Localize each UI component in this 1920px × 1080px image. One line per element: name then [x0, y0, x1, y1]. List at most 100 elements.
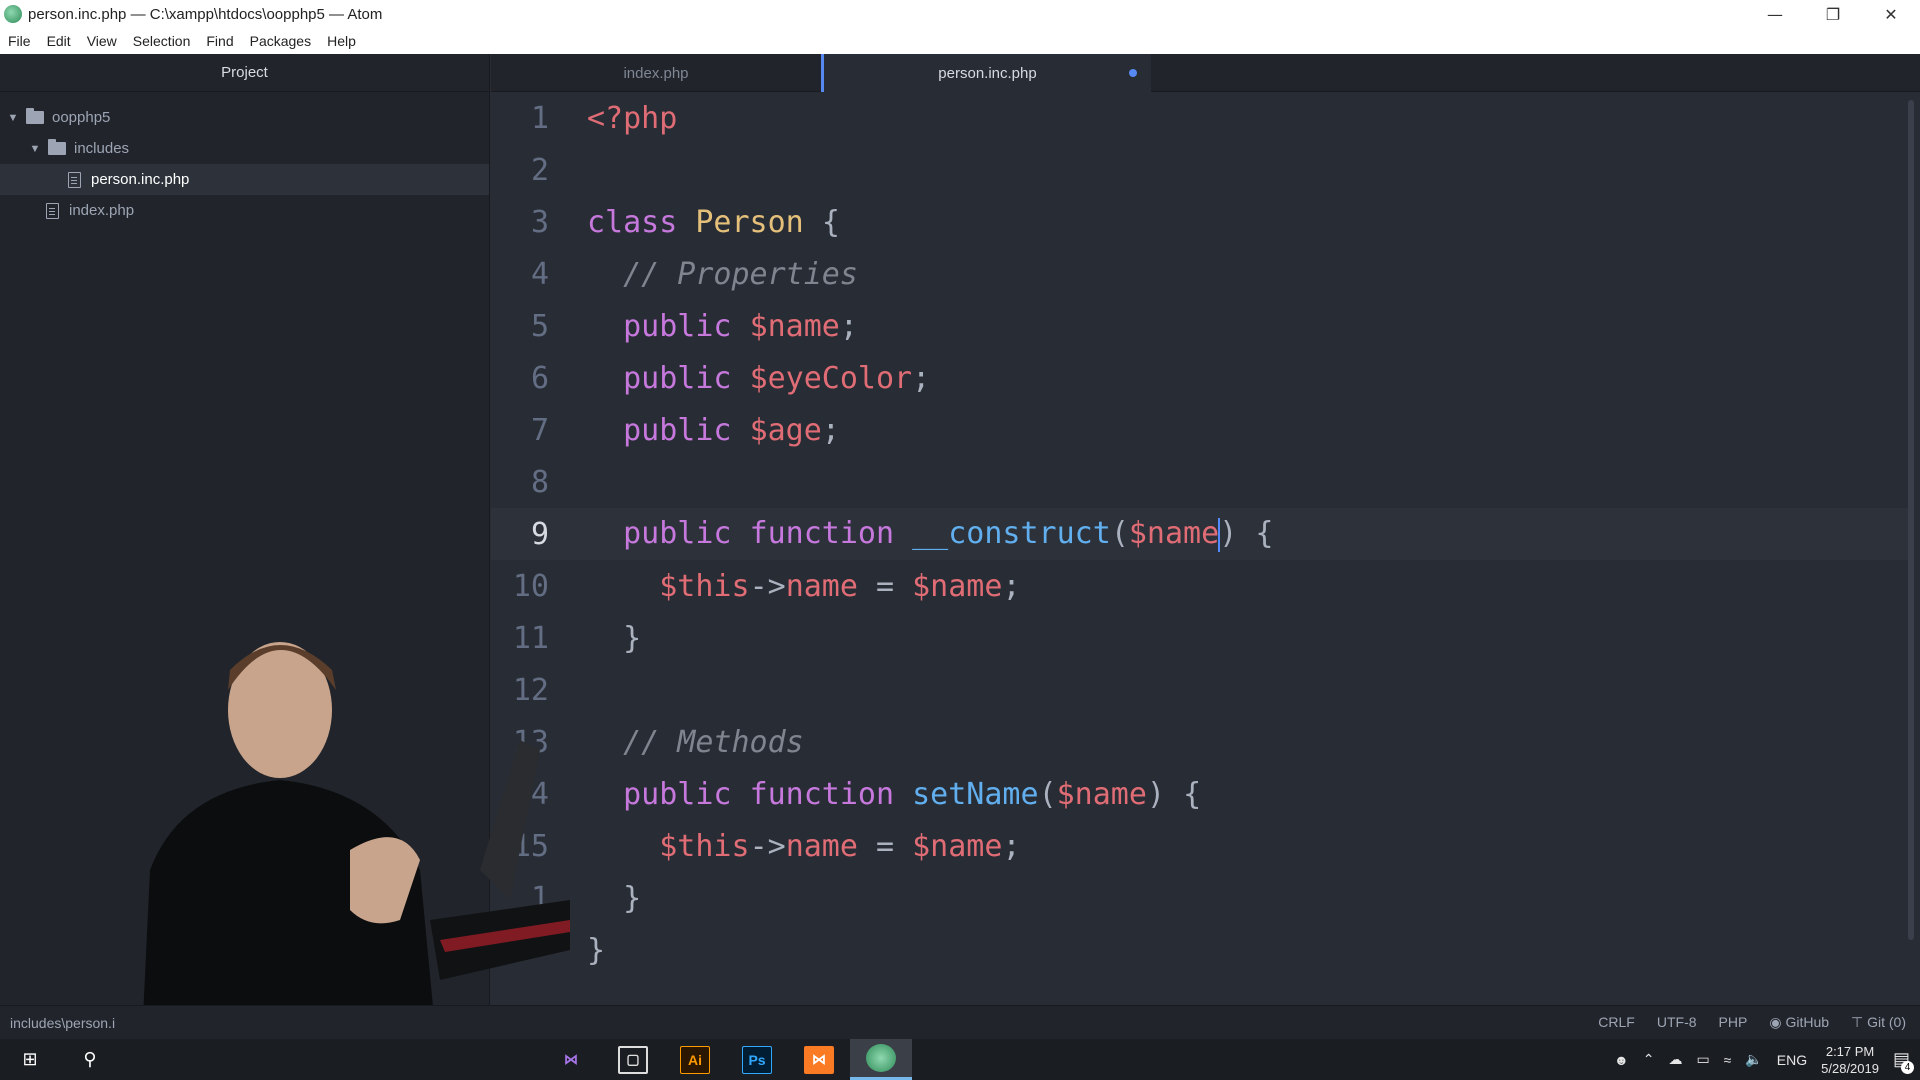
taskbar-illustrator[interactable]: Ai [664, 1039, 726, 1080]
windows-start-icon[interactable]: ⊞ [0, 1039, 60, 1080]
code-line: } [491, 924, 1911, 976]
paren: ) [1146, 776, 1165, 812]
cloud-icon[interactable]: ☁ [1668, 1051, 1682, 1068]
line-number: 3 [530, 204, 549, 240]
code-line: 15 $this->name = $name; [491, 820, 1911, 872]
variable: $eyeColor [749, 360, 913, 396]
tab-index-php[interactable]: index.php [491, 54, 821, 92]
menu-view[interactable]: View [79, 33, 125, 49]
taskbar-atom[interactable] [850, 1039, 912, 1080]
operator: = [857, 828, 913, 864]
brace: } [623, 880, 642, 916]
tab-bar: index.php person.inc.php [491, 54, 1920, 92]
taskbar-visual-studio[interactable]: ⋈ [540, 1039, 602, 1080]
property: name [785, 828, 858, 864]
menu-edit[interactable]: Edit [39, 33, 79, 49]
modified-indicator-icon [1129, 69, 1137, 77]
taskbar-photoshop[interactable]: Ps [726, 1039, 788, 1080]
notification-badge: 4 [1901, 1061, 1914, 1074]
property: name [785, 568, 858, 604]
operator: = [857, 568, 913, 604]
volume-muted-icon[interactable]: 🔈 [1745, 1051, 1762, 1068]
semicolon: ; [839, 308, 858, 344]
taskbar-app-tiles[interactable]: ▢ [602, 1039, 664, 1080]
menu-help[interactable]: Help [319, 33, 364, 49]
menu-packages[interactable]: Packages [242, 33, 319, 49]
status-line-ending[interactable]: CRLF [1598, 1014, 1635, 1031]
tree-file-index[interactable]: index.php [0, 195, 489, 226]
restore-icon[interactable]: ❐ [1804, 0, 1862, 28]
keyword: function [749, 776, 895, 812]
brace: } [623, 620, 642, 656]
tree-folder-oopphp5[interactable]: ▼ oopphp5 [0, 102, 489, 133]
semicolon: ; [821, 412, 840, 448]
editor-scrollbar[interactable] [1908, 100, 1914, 940]
status-grammar[interactable]: PHP [1719, 1014, 1748, 1031]
variable: $age [749, 412, 822, 448]
visual-studio-icon: ⋈ [564, 1051, 578, 1067]
git-label: Git (0) [1867, 1014, 1906, 1030]
status-github[interactable]: ◉ GitHub [1769, 1014, 1829, 1031]
menu-file[interactable]: File [0, 33, 39, 49]
line-number: 2 [530, 152, 549, 188]
clock[interactable]: 2:17 PM 5/28/2019 [1821, 1043, 1879, 1077]
semicolon: ; [912, 360, 931, 396]
chevron-up-icon[interactable]: ⌃ [1643, 1051, 1655, 1068]
folder-label: includes [74, 140, 130, 157]
menu-selection[interactable]: Selection [125, 33, 199, 49]
system-tray: ☻ ⌃ ☁ ▭ ≈ 🔈 ENG 2:17 PM 5/28/2019 ▤ 4 [1614, 1043, 1920, 1077]
keyword: function [749, 516, 895, 552]
folder-label: oopphp5 [52, 109, 111, 126]
tree-file-person-inc[interactable]: person.inc.php [0, 164, 489, 195]
status-file-path[interactable]: includes\person.i [0, 1015, 1598, 1031]
paren: ( [1038, 776, 1057, 812]
status-git[interactable]: ⊤ Git (0) [1851, 1014, 1906, 1031]
tab-label: index.php [623, 64, 689, 82]
github-icon: ◉ [1769, 1014, 1786, 1030]
code-line: 12 [491, 664, 1911, 716]
github-label: GitHub [1785, 1014, 1830, 1030]
keyword: public [623, 776, 732, 812]
windows-taskbar: ⊞ ⚲ ⋈ ▢ Ai Ps ⋈ ☻ ⌃ ☁ ▭ ≈ 🔈 ENG 2:17 PM … [0, 1039, 1920, 1080]
brace: { [1183, 776, 1202, 812]
php-open-tag: <?php [587, 100, 678, 136]
file-icon [68, 171, 81, 188]
tree-folder-includes[interactable]: ▼ includes [0, 133, 489, 164]
status-encoding[interactable]: UTF-8 [1657, 1014, 1697, 1031]
file-label: person.inc.php [91, 171, 190, 188]
code-editor[interactable]: 1 <?php 2 3 class Person { 4 // Properti… [491, 92, 1920, 1005]
code-line: 2 [491, 144, 1911, 196]
project-tab-header[interactable]: Project [0, 54, 489, 92]
notification-icon[interactable]: ▤ 4 [1893, 1049, 1914, 1074]
file-icon [46, 202, 59, 219]
menu-find[interactable]: Find [198, 33, 241, 49]
tab-person-inc-php[interactable]: person.inc.php [821, 54, 1151, 92]
line-number: 5 [530, 308, 549, 344]
keyword: public [623, 516, 732, 552]
code-line: 5 public $name; [491, 300, 1911, 352]
class-name: Person [695, 204, 804, 240]
language-indicator[interactable]: ENG [1777, 1052, 1807, 1068]
line-number: 10 [512, 568, 549, 604]
paren: ) [1219, 516, 1238, 552]
wifi-icon[interactable]: ≈ [1724, 1052, 1732, 1068]
people-icon[interactable]: ☻ [1614, 1052, 1629, 1068]
keyword: class [587, 204, 678, 240]
variable: $name [912, 828, 1003, 864]
paren: ( [1110, 516, 1129, 552]
arrow-operator: -> [749, 568, 786, 604]
line-number: 6 [530, 360, 549, 396]
window-title: person.inc.php — C:\xampp\htdocs\oopphp5… [28, 5, 383, 23]
close-icon[interactable]: ✕ [1862, 0, 1920, 28]
battery-icon[interactable]: ▭ [1696, 1051, 1709, 1068]
variable: $name [749, 308, 840, 344]
minimize-icon[interactable]: — [1746, 0, 1804, 28]
keyword: public [623, 412, 732, 448]
taskbar-xampp[interactable]: ⋈ [788, 1039, 850, 1080]
line-number: 7 [530, 412, 549, 448]
title-bar: person.inc.php — C:\xampp\htdocs\oopphp5… [0, 0, 1920, 28]
code-line: 4 // Properties [491, 248, 1911, 300]
variable: $name [1056, 776, 1147, 812]
search-icon[interactable]: ⚲ [60, 1039, 120, 1080]
code-line: 1 } [491, 872, 1911, 924]
